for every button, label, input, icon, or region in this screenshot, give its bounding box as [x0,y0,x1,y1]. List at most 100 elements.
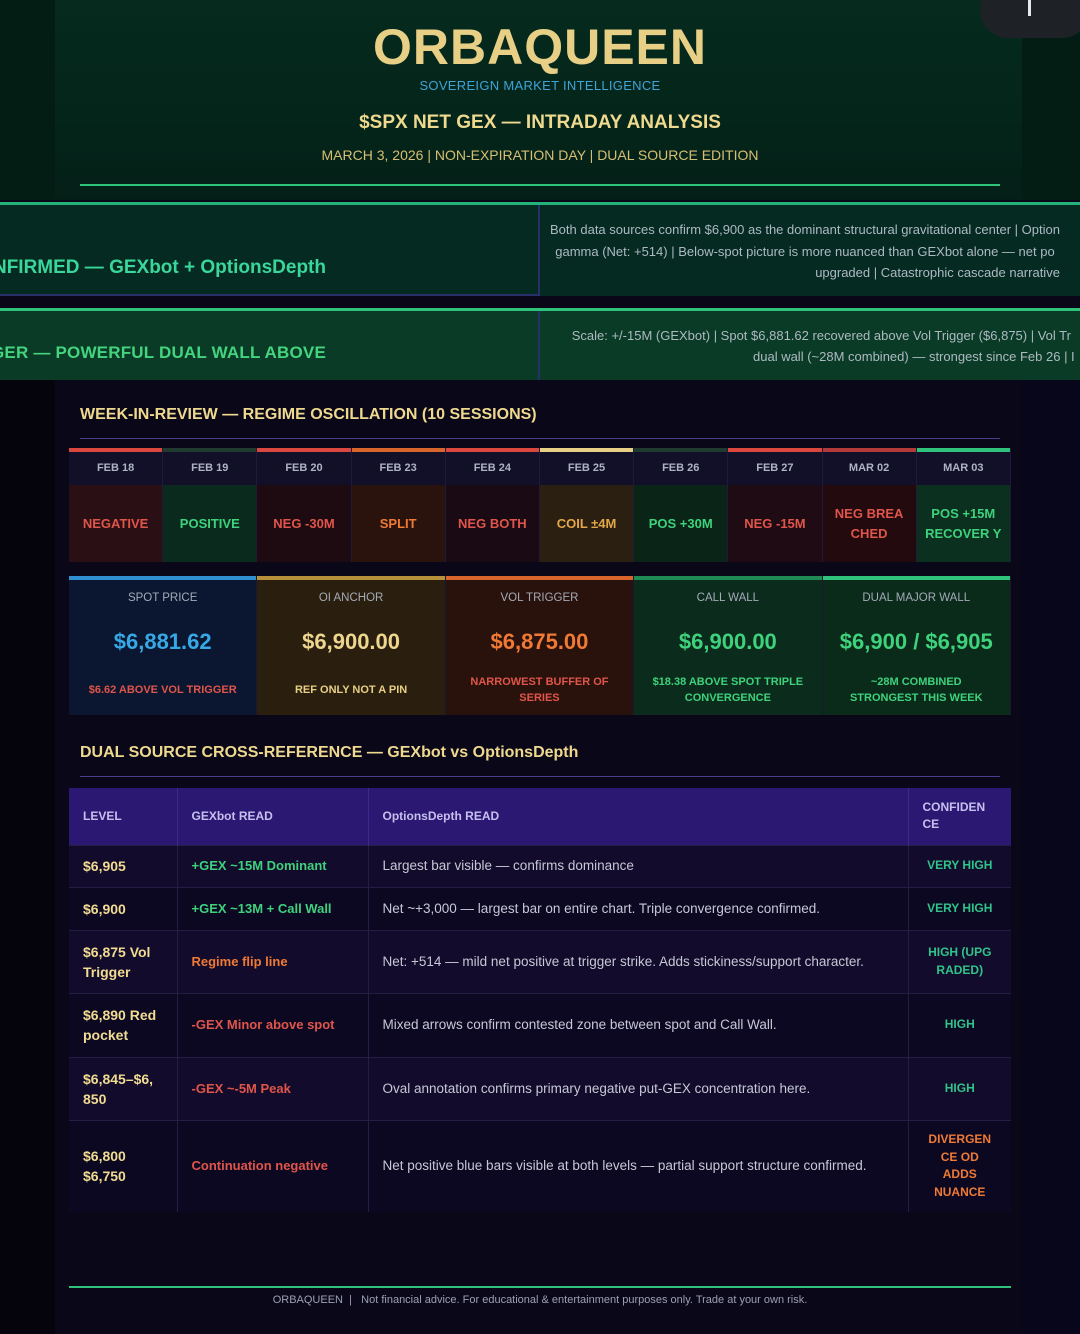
week-review-divider [80,438,1000,439]
cross-reference-divider [80,776,1000,777]
metric-card: VOL TRIGGER $6,875.00 NARROWEST BUFFER OF … [445,576,635,715]
metric-note: $18.38 ABOVE SPOT TRIPLE CONVERGENCE [652,675,804,704]
cell-confidence: HIGH [908,1056,1011,1120]
metric-value: $6,875.00 [490,629,589,654]
consensus-label: NFIRMED — GEXbot + OptionsDepth [0,257,326,278]
metric-note: NARROWEST BUFFER OF SERIES [470,675,609,704]
metric-card: OI ANCHOR $6,900.00 REF ONLY NOT A PIN [257,576,446,715]
session-state: NEG BREA CHED [834,505,904,541]
right-margin [1022,380,1080,1334]
metric-note: ~28M COMBINED STRONGEST THIS WEEK [849,675,983,704]
session-cell: FEB 26 POS +30M [634,448,729,562]
table-row: $6,905 +GEX ~15M Dominant Largest bar visi… [69,844,1011,887]
session-date: FEB 20 [257,452,351,485]
session-date: MAR 03 [916,452,1010,485]
footer-divider [69,1286,1011,1288]
cell-optionsdepth: Net positive blue bars visible at both l… [368,1119,909,1212]
cross-reference-table: LEVEL GEXbot READ OptionsDepth READ CONF… [69,788,1011,1212]
cell-confidence: VERY HIGH [908,844,1011,887]
cell-level: $6,845–$6, 850 [69,1056,178,1120]
cell-confidence: VERY HIGH [908,886,1011,930]
header-divider [80,184,1000,186]
footer-brand: ORBAQUEEN [272,1294,343,1306]
menu-icon [1028,0,1031,16]
cell-optionsdepth: Net: +514 — mild net positive at trigger… [368,929,909,993]
session-cell: MAR 02 NEG BREA CHED [822,448,917,562]
metric-note: REF ONLY NOT A PIN [294,683,408,696]
session-cell: FEB 19 POSITIVE [163,448,258,562]
cell-gexbot: -GEX ~-5M Peak [177,1056,369,1120]
session-cell: MAR 03 POS +15M RECOVER Y [916,448,1011,562]
footer-disclaimer: ORBAQUEEN | Not financial advice. For ed… [272,1294,808,1306]
metric-value: $6,900.00 [678,629,777,654]
cell-level: $6,890 Red pocket [69,992,178,1057]
session-cell: FEB 25 COIL ±4M [539,448,635,562]
col-header-optionsdepth: OptionsDepth READ [368,788,909,845]
session-state: NEG -15M [744,515,806,531]
metric-card: SPOT PRICE $6,881.62 $6.62 ABOVE VOL TRIGG… [69,576,258,715]
left-margin [0,380,55,1334]
metric-note: $6.62 ABOVE VOL TRIGGER [88,683,237,696]
metric-label: OI ANCHOR [318,592,384,604]
report-subtitle: MARCH 3, 2026 | NON-EXPIRATION DAY | DUA… [321,147,759,163]
metric-card: DUAL MAJOR WALL $6,900 / $6,905 ~28M COMBI… [822,576,1011,715]
footer-text: Not financial advice. For educational & … [361,1294,808,1306]
key-levels-grid: SPOT PRICE $6,881.62 $6.62 ABOVE VOL TRIGG… [69,576,1011,715]
cell-optionsdepth: Mixed arrows confirm contested zone betw… [368,992,909,1057]
cell-optionsdepth: Net ~+3,000 — largest bar on entire char… [368,886,909,930]
cell-gexbot: +GEX ~13M + Call Wall [177,886,369,930]
session-state: NEGATIVE [82,515,149,531]
metric-label: CALL WALL [696,592,760,604]
metric-value: $6,900.00 [302,629,401,654]
week-review-title: WEEK-IN-REVIEW — REGIME OSCILLATION (10 … [80,406,537,423]
table-row: $6,845–$6, 850 -GEX ~-5M Peak Oval annotat… [69,1056,1011,1120]
cell-optionsdepth: Largest bar visible — confirms dominance [368,844,909,887]
brand-tagline: SOVEREIGN MARKET INTELLIGENCE [419,78,661,93]
session-cell: FEB 23 SPLIT [351,448,446,562]
cell-level: $6,875 Vol Trigger [69,929,178,993]
session-cell: FEB 20 NEG -30M [257,448,352,562]
session-state: POSITIVE [179,515,240,531]
session-date: FEB 23 [351,452,445,485]
cell-gexbot: -GEX Minor above spot [177,992,369,1057]
session-date: FEB 27 [728,452,822,485]
session-date: FEB 24 [445,452,539,485]
regime-text: Scale: +/-15M (GEXbot) | Spot $6,881.62 … [571,328,1075,364]
session-date: MAR 02 [822,452,916,485]
session-state: COIL ±4M [556,515,617,531]
table-row: $6,900 +GEX ~13M + Call Wall Net ~+3,000 —… [69,886,1011,930]
report-title: $SPX NET GEX — INTRADAY ANALYSIS [359,112,721,133]
session-cell: FEB 27 NEG -15M [728,448,823,562]
table-row: $6,875 Vol Trigger Regime flip line Net: +… [69,929,1011,993]
session-state: POS +30M [648,515,713,531]
session-state: SPLIT [379,515,417,531]
metric-label: DUAL MAJOR WALL [862,592,971,604]
session-state: POS +15M RECOVER Y [925,505,1002,541]
table-header-row: LEVEL GEXbot READ OptionsDepth READ CONF… [69,788,1011,845]
regime-banner: VE VOL TRIGGER — POWERFUL DUAL WALL ABOV… [0,308,1080,380]
cross-reference-title: DUAL SOURCE CROSS-REFERENCE — GEXbot vs … [80,744,579,761]
session-state: NEG -30M [273,515,335,531]
consensus-banner: NFIRMED — GEXbot + OptionsDepth Both dat… [0,202,1080,296]
report-header: ORBAQUEEN SOVEREIGN MARKET INTELLIGENCE … [0,0,1080,200]
session-cell: FEB 18 NEGATIVE [69,448,164,562]
cell-confidence: HIGH (UPG RADED) [908,929,1011,993]
session-state: NEG BOTH [458,515,527,531]
metric-value: $6,881.62 [113,629,212,654]
metric-label: SPOT PRICE [127,592,198,604]
overlay-menu-button[interactable] [980,0,1080,38]
cell-confidence: DIVERGEN CE OD ADDS NUANCE [908,1119,1011,1212]
metric-card: CALL WALL $6,900.00 $18.38 ABOVE SPOT TRIP… [634,576,823,715]
col-header-confidence: CONFIDEN CE [908,788,1011,845]
cell-gexbot: +GEX ~15M Dominant [177,844,369,887]
session-date: FEB 19 [163,452,257,485]
cell-confidence: HIGH [908,992,1011,1057]
col-header-gexbot: GEXbot READ [177,788,369,845]
session-date: FEB 18 [69,452,163,485]
session-date: FEB 25 [539,452,634,485]
session-cell: FEB 24 NEG BOTH [445,448,540,562]
table-row: $6,800 $6,750 Continuation negative Net po… [69,1119,1011,1212]
cell-gexbot: Regime flip line [177,929,369,993]
cell-level: $6,800 $6,750 [69,1119,178,1212]
metric-value: $6,900 / $6,905 [839,629,993,654]
